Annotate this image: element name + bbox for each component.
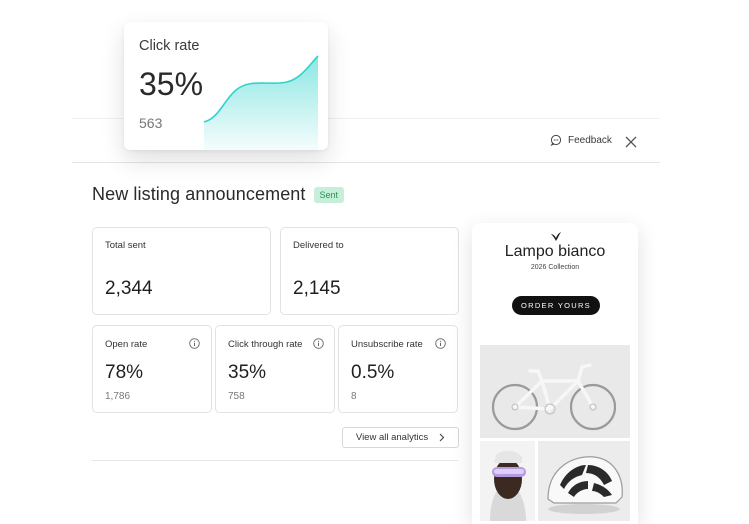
info-icon[interactable] xyxy=(313,338,324,349)
total-sent-label: Total sent xyxy=(105,240,146,251)
view-all-analytics-label: View all analytics xyxy=(355,432,429,443)
bird-logo-icon xyxy=(551,232,561,241)
bike-helmet-image xyxy=(538,441,630,521)
page-title: New listing announcement xyxy=(92,184,306,204)
click-rate-value: 35% xyxy=(139,66,204,102)
open-rate-count: 1,786 xyxy=(105,391,131,402)
unsubscribe-rate-count: 8 xyxy=(351,391,357,402)
delivered-label: Delivered to xyxy=(293,240,344,251)
collection-label: 2026 Collection xyxy=(530,264,580,271)
click-rate-card: Click rate 35% 563 xyxy=(124,22,328,150)
brand-name: Lampo bianco xyxy=(504,243,606,260)
delivered-card: Delivered to 2,145 xyxy=(280,227,459,315)
sparkline-area xyxy=(204,56,318,150)
close-icon[interactable] xyxy=(624,135,638,149)
feedback-button[interactable]: Feedback xyxy=(550,134,612,146)
feedback-label: Feedback xyxy=(568,134,612,146)
info-icon[interactable] xyxy=(189,338,200,349)
view-all-analytics-button[interactable]: View all analytics xyxy=(342,427,459,448)
open-rate-card: Open rate 78% 1,786 xyxy=(92,325,212,413)
click-rate-title: Click rate xyxy=(139,38,200,54)
unsubscribe-rate-card: Unsubscribe rate 0.5% 8 xyxy=(338,325,458,413)
open-rate-label: Open rate xyxy=(105,339,148,350)
click-through-rate-label: Click through rate xyxy=(228,339,303,350)
bicycle-image xyxy=(480,345,630,438)
click-through-rate-card: Click through rate 35% 758 xyxy=(215,325,335,413)
status-badge: Sent xyxy=(313,186,345,203)
unsubscribe-rate-value: 0.5% xyxy=(351,362,395,383)
panel-bottom-divider xyxy=(92,460,458,461)
chevron-right-icon xyxy=(439,433,445,442)
click-through-rate-count: 758 xyxy=(228,391,245,402)
panel-header-divider xyxy=(72,162,660,163)
click-rate-count: 563 xyxy=(139,115,163,131)
delivered-value: 2,145 xyxy=(293,278,341,299)
info-icon[interactable] xyxy=(435,338,446,349)
email-preview: Lampo bianco 2026 Collection ORDER YOURS xyxy=(472,223,638,524)
total-sent-card: Total sent 2,344 xyxy=(92,227,271,315)
chat-bubble-icon xyxy=(550,134,562,146)
cyclist-portrait-image xyxy=(480,441,535,521)
order-yours-button[interactable]: ORDER YOURS xyxy=(512,296,600,315)
unsubscribe-rate-label: Unsubscribe rate xyxy=(351,339,423,350)
campaign-title-row: New listing announcement Sent xyxy=(92,184,345,205)
open-rate-value: 78% xyxy=(105,362,144,383)
click-through-rate-value: 35% xyxy=(228,362,267,383)
total-sent-value: 2,344 xyxy=(105,278,153,299)
